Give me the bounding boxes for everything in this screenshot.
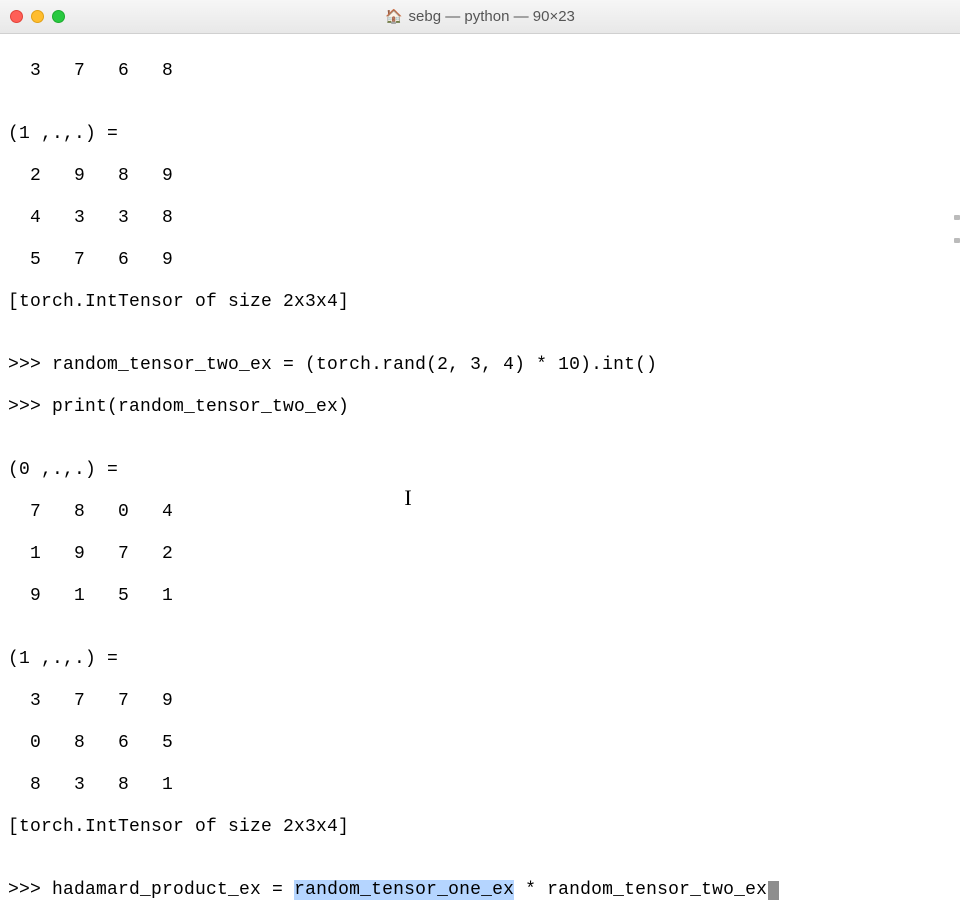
output-line: (0 ,.,.) =: [8, 460, 952, 481]
scroll-mark: [954, 215, 960, 220]
output-line: (1 ,.,.) =: [8, 124, 952, 145]
code-text: print(random_tensor_two_ex): [52, 397, 349, 417]
code-text: hadamard_product_ex =: [52, 880, 294, 900]
prompt-marker: >>>: [8, 397, 52, 417]
scrollbar-marks: [954, 215, 960, 261]
code-text: random_tensor_two_ex = (torch.rand(2, 3,…: [52, 355, 657, 375]
repl-line: >>> random_tensor_two_ex = (torch.rand(2…: [8, 355, 952, 376]
prompt-marker: >>>: [8, 880, 52, 900]
prompt-marker: >>>: [8, 355, 52, 375]
code-text: * random_tensor_two_ex: [514, 880, 767, 900]
output-line: 9 1 5 1: [8, 586, 952, 607]
output-line: 4 3 3 8: [8, 208, 952, 229]
window-titlebar: 🏠 sebg — python — 90×23: [0, 0, 960, 34]
output-line: [torch.IntTensor of size 2x3x4]: [8, 292, 952, 313]
output-line: 5 7 6 9: [8, 250, 952, 271]
window-title-text: sebg — python — 90×23: [409, 8, 575, 25]
scroll-mark: [954, 238, 960, 243]
output-line: 0 8 6 5: [8, 733, 952, 754]
output-line: 3 7 7 9: [8, 691, 952, 712]
output-line: [torch.IntTensor of size 2x3x4]: [8, 817, 952, 838]
minimize-button[interactable]: [31, 10, 44, 23]
output-line: 2 9 8 9: [8, 166, 952, 187]
selected-text: random_tensor_one_ex: [294, 880, 514, 900]
window-controls: [10, 10, 65, 23]
window-title: 🏠 sebg — python — 90×23: [0, 8, 960, 25]
maximize-button[interactable]: [52, 10, 65, 23]
repl-line: >>> print(random_tensor_two_ex): [8, 397, 952, 418]
output-line: 1 9 7 2: [8, 544, 952, 565]
terminal-cursor: [768, 881, 779, 900]
output-line: 8 3 8 1: [8, 775, 952, 796]
terminal-content[interactable]: 3 7 6 8 (1 ,.,.) = 2 9 8 9 4 3 3 8 5 7 6…: [0, 34, 960, 922]
output-line: 7 8 0 4: [8, 502, 952, 523]
output-line: (1 ,.,.) =: [8, 649, 952, 670]
output-line: 3 7 6 8: [8, 61, 952, 82]
home-icon: 🏠: [385, 8, 402, 25]
close-button[interactable]: [10, 10, 23, 23]
repl-line: >>> hadamard_product_ex = random_tensor_…: [8, 880, 952, 901]
